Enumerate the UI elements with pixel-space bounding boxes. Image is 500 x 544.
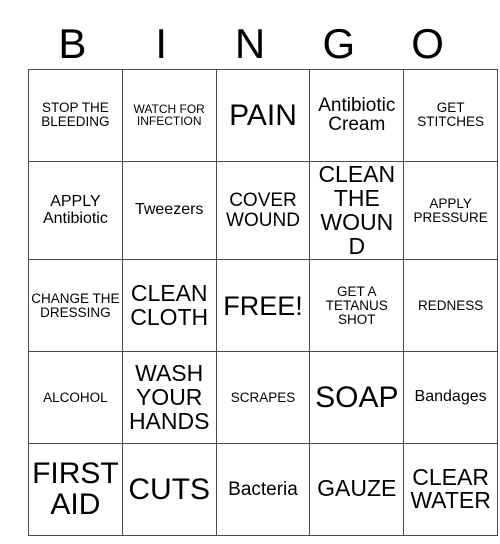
bingo-cell-label: STOP THE BLEEDING (41, 100, 110, 130)
bingo-cell[interactable]: Antibiotic Cream (309, 69, 405, 162)
bingo-card: B I N G O STOP THE BLEEDING WATCH FOR INF… (28, 18, 498, 536)
bingo-cell-label: CLEAR WATER (410, 463, 491, 514)
bingo-cell[interactable]: GAUZE (309, 443, 405, 536)
header-letter-o: O (411, 19, 444, 67)
bingo-cell[interactable]: FIRST AID (28, 443, 123, 536)
bingo-cell[interactable]: CLEAN CLOTH (121, 259, 217, 353)
bingo-cell[interactable]: Bandages (403, 351, 498, 445)
bingo-cell[interactable]: CLEAR WATER (403, 443, 498, 536)
header-letter-n: N (234, 19, 266, 67)
bingo-cell[interactable]: Bacteria (215, 443, 311, 536)
header-letter-g: G (322, 19, 356, 67)
bingo-cell[interactable]: CUTS (121, 443, 217, 536)
bingo-cell-label: GET A TETANUS SHOT (325, 283, 388, 327)
bingo-cell-label: SCRAPES (230, 389, 296, 405)
bingo-cell-label: REDNESS (417, 297, 484, 313)
bingo-cell-label: APPLY PRESSURE (413, 195, 488, 225)
bingo-cell-label: Tweezers (134, 201, 204, 219)
bingo-cell[interactable]: SCRAPES (215, 351, 311, 445)
bingo-cell-label: CHANGE THE DRESSING (31, 290, 120, 320)
bingo-cell-label: SOAP (315, 381, 399, 415)
bingo-cell-label: CLEAN THE WOUND (318, 161, 396, 259)
bingo-cell-label: FREE! (223, 290, 303, 321)
bingo-row: APPLY Antibiotic Tweezers COVER WOUND CLEAN… (28, 160, 498, 261)
bingo-cell-label: Bandages (414, 388, 487, 406)
bingo-row: STOP THE BLEEDING WATCH FOR INFECTION PAIN… (28, 69, 498, 162)
header-letter-b: B (58, 19, 87, 67)
header-letter-i: I (155, 19, 168, 67)
bingo-cell[interactable]: STOP THE BLEEDING (28, 69, 123, 162)
bingo-cell[interactable]: GET A TETANUS SHOT (309, 259, 405, 353)
bingo-cell[interactable]: COVER WOUND (215, 160, 311, 261)
bingo-cell[interactable]: CHANGE THE DRESSING (28, 259, 123, 353)
bingo-header: B I N G O (28, 18, 472, 69)
bingo-cell-label: COVER WOUND (226, 189, 300, 231)
bingo-row: FIRST AID CUTS Bacteria GAUZE CLEAR WATER (28, 443, 498, 536)
bingo-cell[interactable]: WATCH FOR INFECTION (121, 69, 217, 162)
bingo-row: CHANGE THE DRESSING CLEAN CLOTH FREE! GET A… (28, 259, 498, 353)
bingo-grid: STOP THE BLEEDING WATCH FOR INFECTION PAIN… (28, 69, 498, 536)
bingo-cell-label: WATCH FOR INFECTION (133, 101, 205, 129)
bingo-cell-label: Antibiotic Cream (318, 94, 396, 136)
bingo-cell-label: CUTS (128, 472, 211, 506)
bingo-cell[interactable]: PAIN (215, 69, 311, 162)
bingo-cell-label: CLEAN CLOTH (130, 279, 209, 330)
bingo-cell[interactable]: APPLY Antibiotic (28, 160, 123, 261)
bingo-cell-label: GET STITCHES (417, 100, 484, 130)
bingo-cell-label: Bacteria (228, 478, 298, 500)
bingo-cell[interactable]: CLEAN THE WOUND (309, 160, 405, 261)
bingo-cell[interactable]: SOAP (309, 351, 405, 445)
bingo-cell[interactable]: GET STITCHES (403, 69, 498, 162)
bingo-cell[interactable]: WASH YOUR HANDS (121, 351, 217, 445)
bingo-cell-label: FIRST AID (32, 457, 119, 522)
bingo-cell-label: GAUZE (317, 475, 397, 502)
bingo-cell[interactable]: APPLY PRESSURE (403, 160, 498, 261)
bingo-cell-label: WASH YOUR HANDS (128, 359, 210, 434)
bingo-cell-label: ALCOHOL (43, 389, 108, 405)
bingo-cell-label: APPLY Antibiotic (42, 192, 108, 227)
bingo-cell[interactable]: FREE! (215, 259, 311, 353)
bingo-cell-label: PAIN (229, 98, 297, 132)
bingo-row: ALCOHOL WASH YOUR HANDS SCRAPES SOAP Bandage… (28, 351, 498, 445)
bingo-cell[interactable]: REDNESS (403, 259, 498, 353)
bingo-cell[interactable]: ALCOHOL (28, 351, 123, 445)
bingo-cell[interactable]: Tweezers (121, 160, 217, 261)
